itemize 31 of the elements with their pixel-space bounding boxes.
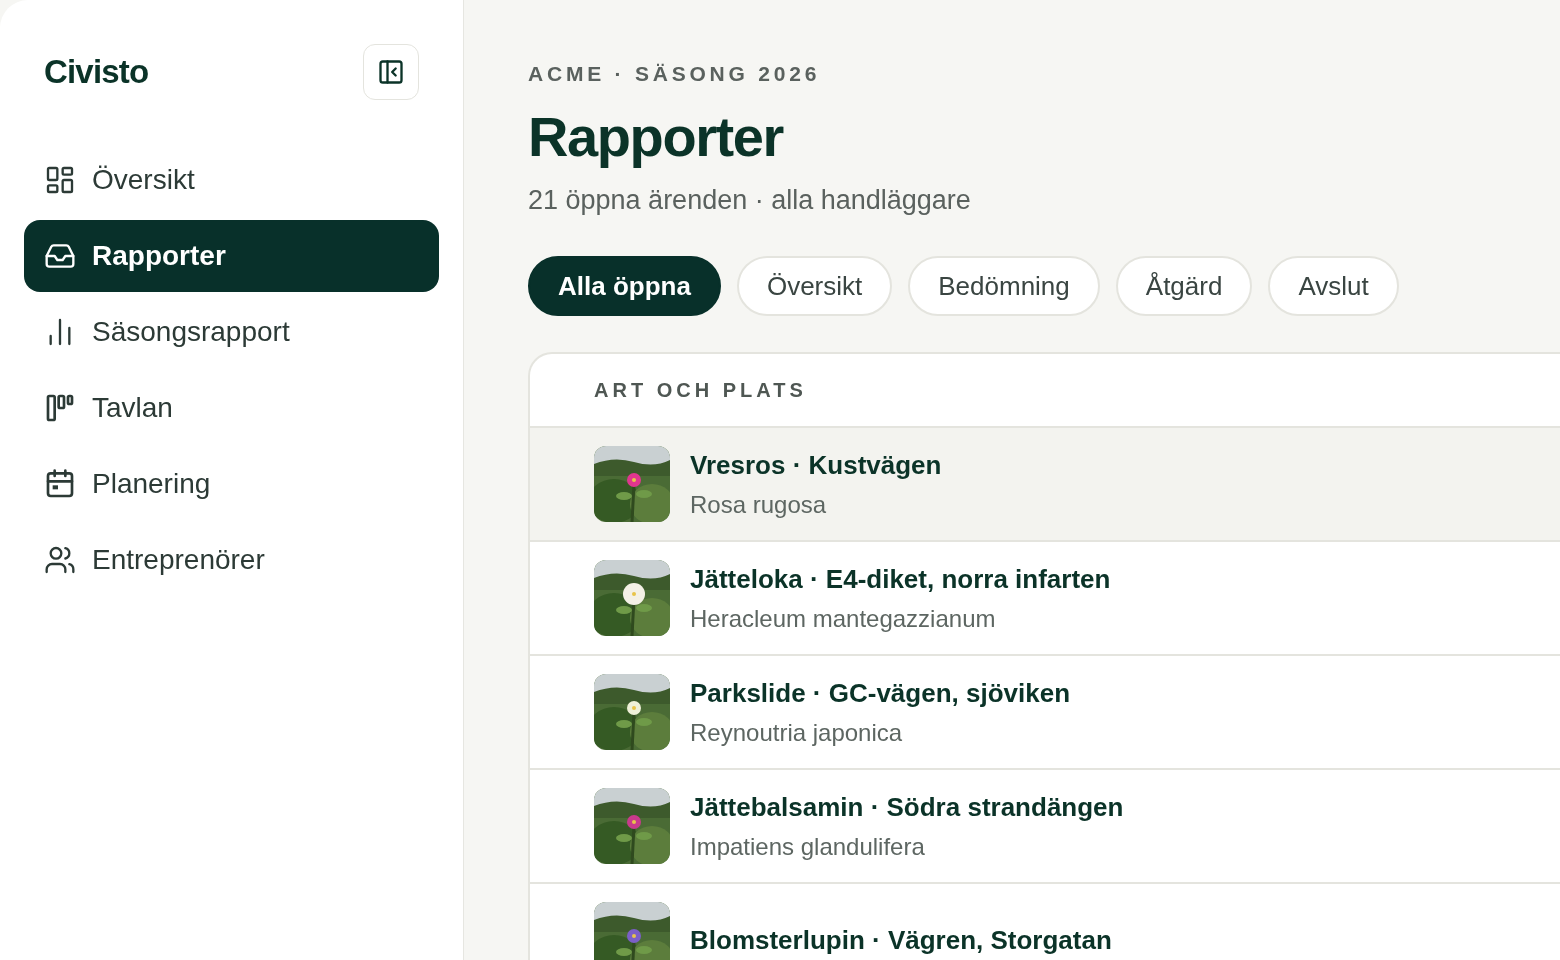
- eyebrow: ACME · SÄSONG 2026: [528, 61, 822, 87]
- nav-item[interactable]: Entreprenörer: [24, 524, 439, 596]
- dashboard-icon: [44, 164, 76, 196]
- row-subtitle: Heracleum mantegazzianum: [690, 603, 997, 634]
- report-row[interactable]: Vresros · Kustvägen Rosa rugosa: [530, 428, 1560, 542]
- calendar-icon: [44, 468, 76, 500]
- nav-item[interactable]: Tavlan: [24, 372, 439, 444]
- collapse-sidebar-button[interactable]: [363, 44, 419, 100]
- page-subtitle: 21 öppna ärenden · alla handläggare: [528, 183, 972, 217]
- row-title: Jätteloka · E4-diket, norra infarten: [690, 562, 1111, 596]
- nav-item[interactable]: Säsongsrapport: [24, 296, 439, 368]
- nav-item[interactable]: Översikt: [24, 144, 439, 216]
- page-title: Rapporter: [528, 103, 785, 170]
- users-icon: [44, 544, 76, 576]
- row-title: Vresros · Kustvägen: [690, 448, 942, 482]
- row-subtitle: Rosa rugosa: [690, 489, 828, 520]
- filter-tab[interactable]: Alla öppna: [528, 256, 721, 316]
- filter-tab[interactable]: Översikt: [736, 256, 893, 316]
- row-title: Parkslide · GC-vägen, sjöviken: [690, 676, 1071, 710]
- nav-item[interactable]: Rapporter: [24, 220, 439, 292]
- row-title: Blomsterlupin · Vägren, Storgatan: [690, 923, 1112, 957]
- nav-item[interactable]: Planering: [24, 448, 439, 520]
- row-subtitle: Reynoutria japonica: [690, 717, 904, 748]
- filter-tab[interactable]: Åtgärd: [1115, 256, 1253, 316]
- row-subtitle: Impatiens glandulifera: [690, 831, 926, 862]
- filter-tab[interactable]: Avslut: [1268, 256, 1399, 316]
- filter-tab[interactable]: Bedömning: [908, 256, 1100, 316]
- kanban-icon: [44, 392, 76, 424]
- row-title: Jättebalsamin · Södra strandängen: [690, 790, 1124, 824]
- panel-collapse-icon: [377, 58, 405, 86]
- logo: Civisto: [44, 52, 149, 93]
